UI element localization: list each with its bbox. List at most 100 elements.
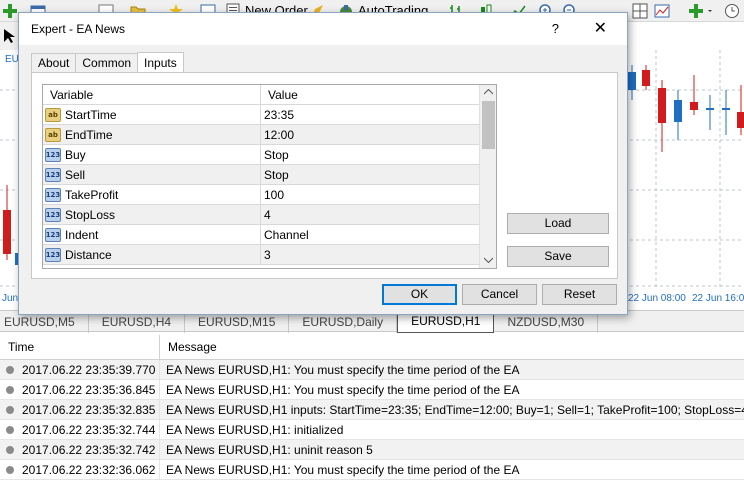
chart-shift-icon [654, 4, 670, 17]
info-icon [6, 445, 14, 454]
log-time: 2017.06.22 23:35:32.742 [22, 442, 156, 457]
tile-windows-button[interactable] [632, 1, 648, 20]
candle [3, 210, 11, 254]
input-name: StopLoss [65, 207, 116, 222]
info-icon [6, 385, 14, 394]
log-col-message[interactable]: Message [160, 335, 217, 359]
col-variable[interactable]: Variable [43, 85, 261, 104]
experts-log: Time Message 2017.06.22 23:35:39.770 EA N… [0, 335, 744, 483]
log-message: EA News EURUSD,H1: You must specify the … [166, 463, 520, 477]
log-message: EA News EURUSD,H1 inputs: StartTime=23:3… [166, 403, 744, 417]
input-row[interactable]: ab EndTime 12:00 [43, 125, 496, 145]
candle [706, 108, 714, 110]
cancel-button[interactable]: Cancel [462, 284, 537, 305]
log-message: EA News EURUSD,H1: uninit reason 5 [166, 443, 373, 457]
input-row[interactable]: 123 Buy Stop [43, 145, 496, 165]
candle [674, 100, 682, 122]
info-icon [6, 425, 14, 434]
scroll-down-icon[interactable] [484, 257, 493, 263]
input-row[interactable]: 123 Distance 3 [43, 245, 496, 265]
input-row[interactable]: 123 StopLoss 4 [43, 205, 496, 225]
input-value[interactable]: 3 [261, 245, 271, 264]
input-row[interactable]: 123 Indent Channel [43, 225, 496, 245]
close-icon[interactable]: ✕ [594, 18, 607, 38]
time-label: 22 Jun 08:00 [628, 293, 686, 304]
indicators-button[interactable] [654, 1, 670, 20]
new-chart-button[interactable] [2, 1, 18, 20]
input-row[interactable]: 123 TakeProfit 100 [43, 185, 496, 205]
grid-header: Variable Value [43, 85, 496, 105]
grid-scrollbar[interactable] [479, 85, 496, 268]
number-type-icon: 123 [45, 227, 61, 242]
info-icon [6, 465, 14, 474]
log-time: 2017.06.22 23:35:32.744 [22, 422, 156, 437]
cursor-icon[interactable] [3, 28, 17, 44]
grid-rows: ab StartTime 23:35 ab EndTime 12:00 123 Buy St… [43, 105, 496, 265]
input-value[interactable]: Channel [261, 225, 309, 244]
chart-symbol-label: EU [5, 54, 19, 65]
time-label: 22 Jun 16:00 [692, 293, 744, 304]
chevron-down-icon [708, 9, 712, 12]
log-time: 2017.06.22 23:32:36.062 [22, 462, 156, 477]
number-type-icon: 123 [45, 207, 61, 222]
log-row[interactable]: 2017.06.22 23:35:32.742 EA News EURUSD,H1… [0, 440, 744, 460]
candle [628, 72, 636, 90]
input-value[interactable]: 12:00 [261, 125, 294, 144]
input-value[interactable]: 4 [261, 205, 271, 224]
log-row[interactable]: 2017.06.22 23:35:32.744 EA News EURUSD,H1… [0, 420, 744, 440]
log-rows: 2017.06.22 23:35:39.770 EA News EURUSD,H1… [0, 360, 744, 480]
col-value[interactable]: Value [261, 85, 298, 104]
input-value[interactable]: Stop [261, 145, 289, 164]
input-value[interactable]: 23:35 [261, 105, 294, 124]
periods-button[interactable] [724, 1, 740, 20]
log-time: 2017.06.22 23:35:36.845 [22, 382, 156, 397]
tab-common[interactable]: Common [75, 53, 139, 73]
dialog-titlebar[interactable]: Expert - EA News ? ✕ [19, 13, 627, 45]
number-type-icon: 123 [45, 167, 61, 182]
number-type-icon: 123 [45, 187, 61, 202]
info-icon [6, 405, 14, 414]
ok-button[interactable]: OK [382, 284, 457, 305]
save-button[interactable]: Save [507, 246, 609, 267]
string-type-icon: ab [45, 107, 61, 122]
candle [690, 102, 698, 110]
input-name: EndTime [65, 127, 113, 142]
log-col-time[interactable]: Time [0, 335, 160, 359]
log-row[interactable]: 2017.06.22 23:35:32.835 EA News EURUSD,H1… [0, 400, 744, 420]
inputs-panel: Variable Value ab StartTime 23:35 ab EndTim… [31, 72, 618, 279]
tab-inputs[interactable]: Inputs [137, 52, 184, 73]
expert-dialog: Expert - EA News ? ✕ About Common Inputs… [18, 12, 628, 315]
scroll-up-icon[interactable] [484, 89, 493, 95]
input-row[interactable]: 123 Sell Stop [43, 165, 496, 185]
log-time: 2017.06.22 23:35:32.835 [22, 402, 156, 417]
info-icon [6, 365, 14, 374]
grid-icon [632, 3, 648, 18]
plus-icon [689, 3, 703, 18]
input-name: Buy [65, 147, 86, 162]
string-type-icon: ab [45, 127, 61, 142]
log-time: 2017.06.22 23:35:39.770 [22, 362, 156, 377]
add-indicator-button[interactable] [688, 1, 716, 20]
input-row[interactable]: ab StartTime 23:35 [43, 105, 496, 125]
input-name: TakeProfit [65, 187, 119, 202]
reset-button[interactable]: Reset [542, 284, 617, 305]
dialog-tabs: About Common Inputs [31, 52, 184, 73]
scroll-thumb[interactable] [482, 101, 495, 149]
candle [642, 70, 650, 86]
log-row[interactable]: 2017.06.22 23:35:36.845 EA News EURUSD,H1… [0, 380, 744, 400]
log-message: EA News EURUSD,H1: You must specify the … [166, 363, 520, 377]
candle [658, 88, 666, 123]
load-button[interactable]: Load [507, 213, 609, 234]
candle [722, 108, 730, 110]
input-value[interactable]: Stop [261, 165, 289, 184]
tab-about[interactable]: About [31, 53, 77, 73]
help-button[interactable]: ? [552, 21, 559, 36]
log-row[interactable]: 2017.06.22 23:35:39.770 EA News EURUSD,H1… [0, 360, 744, 380]
input-name: Sell [65, 167, 86, 182]
number-type-icon: 123 [45, 247, 61, 262]
input-name: Distance [65, 247, 112, 262]
clock-icon [725, 3, 739, 18]
dialog-title: Expert - EA News [31, 22, 126, 36]
input-value[interactable]: 100 [261, 185, 284, 204]
log-row[interactable]: 2017.06.22 23:32:36.062 EA News EURUSD,H1… [0, 460, 744, 480]
